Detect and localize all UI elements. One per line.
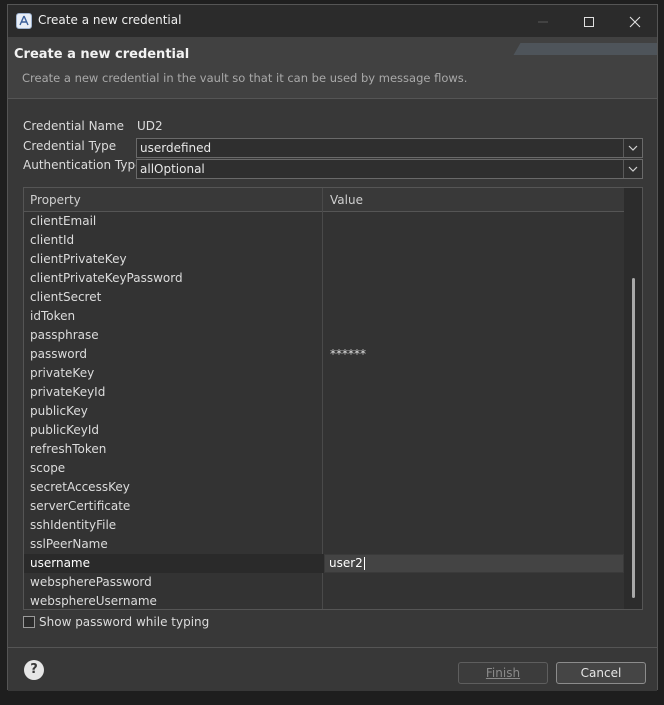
vertical-scrollbar[interactable] xyxy=(624,188,642,609)
maximize-button[interactable] xyxy=(566,5,612,37)
table-row[interactable]: clientPrivateKeyPassword xyxy=(24,269,624,288)
table-header: Property Value xyxy=(24,188,642,212)
value-edit-field[interactable]: user2 xyxy=(324,554,624,573)
credential-type-label: Credential Type xyxy=(23,139,117,153)
property-name: idToken xyxy=(30,309,76,323)
table-row[interactable]: clientId xyxy=(24,231,624,250)
property-name: secretAccessKey xyxy=(30,480,130,494)
table-row[interactable]: publicKeyId xyxy=(24,421,624,440)
table-row[interactable]: clientPrivateKey xyxy=(24,250,624,269)
property-name: privateKeyId xyxy=(30,385,106,399)
property-name: clientSecret xyxy=(30,290,102,304)
table-row[interactable]: password ****** xyxy=(24,345,624,364)
dialog-header: Create a new credential Create a new cre… xyxy=(8,37,657,99)
table-row[interactable]: publicKey xyxy=(24,402,624,421)
property-column-header[interactable]: Property xyxy=(30,193,81,207)
header-decoration xyxy=(507,37,657,67)
show-password-label[interactable]: Show password while typing xyxy=(39,615,209,629)
background-console-strip xyxy=(0,690,664,705)
title-bar: Create a new credential xyxy=(8,5,657,37)
authentication-type-value: allOptional xyxy=(140,162,205,176)
credential-type-value: userdefined xyxy=(140,141,212,155)
cancel-button[interactable]: Cancel xyxy=(556,662,646,684)
help-icon[interactable]: ? xyxy=(24,660,44,680)
text-caret xyxy=(364,557,365,570)
credential-name-value: UD2 xyxy=(137,119,163,133)
property-name: sslPeerName xyxy=(30,537,108,551)
authentication-type-select[interactable]: allOptional xyxy=(136,159,643,179)
property-name: sshIdentityFile xyxy=(30,518,117,532)
header-description: Create a new credential in the vault so … xyxy=(22,71,468,85)
table-row[interactable]: privateKey xyxy=(24,364,624,383)
table-row[interactable]: serverCertificate xyxy=(24,497,624,516)
table-row[interactable]: clientSecret xyxy=(24,288,624,307)
app-icon xyxy=(16,13,32,29)
property-name: publicKey xyxy=(30,404,88,418)
chevron-down-icon[interactable] xyxy=(623,139,642,157)
property-name: serverCertificate xyxy=(30,499,131,513)
finish-button-label: Finish xyxy=(485,666,521,680)
minimize-icon xyxy=(538,21,548,22)
property-value[interactable]: ****** xyxy=(330,347,366,361)
maximize-icon xyxy=(584,16,594,27)
header-title: Create a new credential xyxy=(14,47,190,62)
window-title: Create a new credential xyxy=(38,13,182,27)
table-row[interactable]: sslPeerName xyxy=(24,535,624,554)
property-name: scope xyxy=(30,461,66,475)
show-password-checkbox[interactable] xyxy=(23,616,35,628)
property-name: publicKeyId xyxy=(30,423,100,437)
property-name: clientId xyxy=(30,233,75,247)
table-row[interactable]: sshIdentityFile xyxy=(24,516,624,535)
table-row[interactable]: secretAccessKey xyxy=(24,478,624,497)
scrollbar-thumb[interactable] xyxy=(632,278,635,598)
cancel-button-label: Cancel xyxy=(580,666,622,680)
property-name: clientPrivateKey xyxy=(30,252,127,266)
table-body: clientEmail clientId clientPrivateKey clien… xyxy=(24,212,624,609)
table-row[interactable]: websphereUsername xyxy=(24,592,624,609)
finish-button[interactable]: Finish xyxy=(458,662,548,684)
table-row[interactable]: passphrase xyxy=(24,326,624,345)
credential-dialog: Create a new credential Create a new cre… xyxy=(7,4,658,691)
table-row[interactable]: refreshToken xyxy=(24,440,624,459)
properties-table: Property Value clientEmail clientId client… xyxy=(23,187,643,610)
property-name: password xyxy=(30,347,87,361)
property-name: passphrase xyxy=(30,328,99,342)
table-row[interactable]: webspherePassword xyxy=(24,573,624,592)
credential-name-label: Credential Name xyxy=(23,119,124,133)
credential-type-select[interactable]: userdefined xyxy=(136,138,643,158)
minimize-button[interactable] xyxy=(520,5,566,37)
property-name: websphereUsername xyxy=(30,594,157,608)
table-row[interactable]: scope xyxy=(24,459,624,478)
dialog-footer: ? Finish Cancel xyxy=(8,647,657,691)
close-icon xyxy=(629,16,641,27)
property-name: privateKey xyxy=(30,366,95,380)
property-name: webspherePassword xyxy=(30,575,152,589)
value-column-header[interactable]: Value xyxy=(330,193,363,207)
property-value: user2 xyxy=(329,556,363,570)
table-row[interactable]: username user2 xyxy=(24,554,624,573)
chevron-down-icon[interactable] xyxy=(623,160,642,178)
close-button[interactable] xyxy=(612,5,658,37)
property-name: refreshToken xyxy=(30,442,107,456)
table-row[interactable]: clientEmail xyxy=(24,212,624,231)
table-row[interactable]: idToken xyxy=(24,307,624,326)
table-row[interactable]: privateKeyId xyxy=(24,383,624,402)
property-name: clientPrivateKeyPassword xyxy=(30,271,183,285)
authentication-type-label: Authentication Type xyxy=(23,158,143,172)
property-name: clientEmail xyxy=(30,214,97,228)
property-name: username xyxy=(30,556,90,570)
